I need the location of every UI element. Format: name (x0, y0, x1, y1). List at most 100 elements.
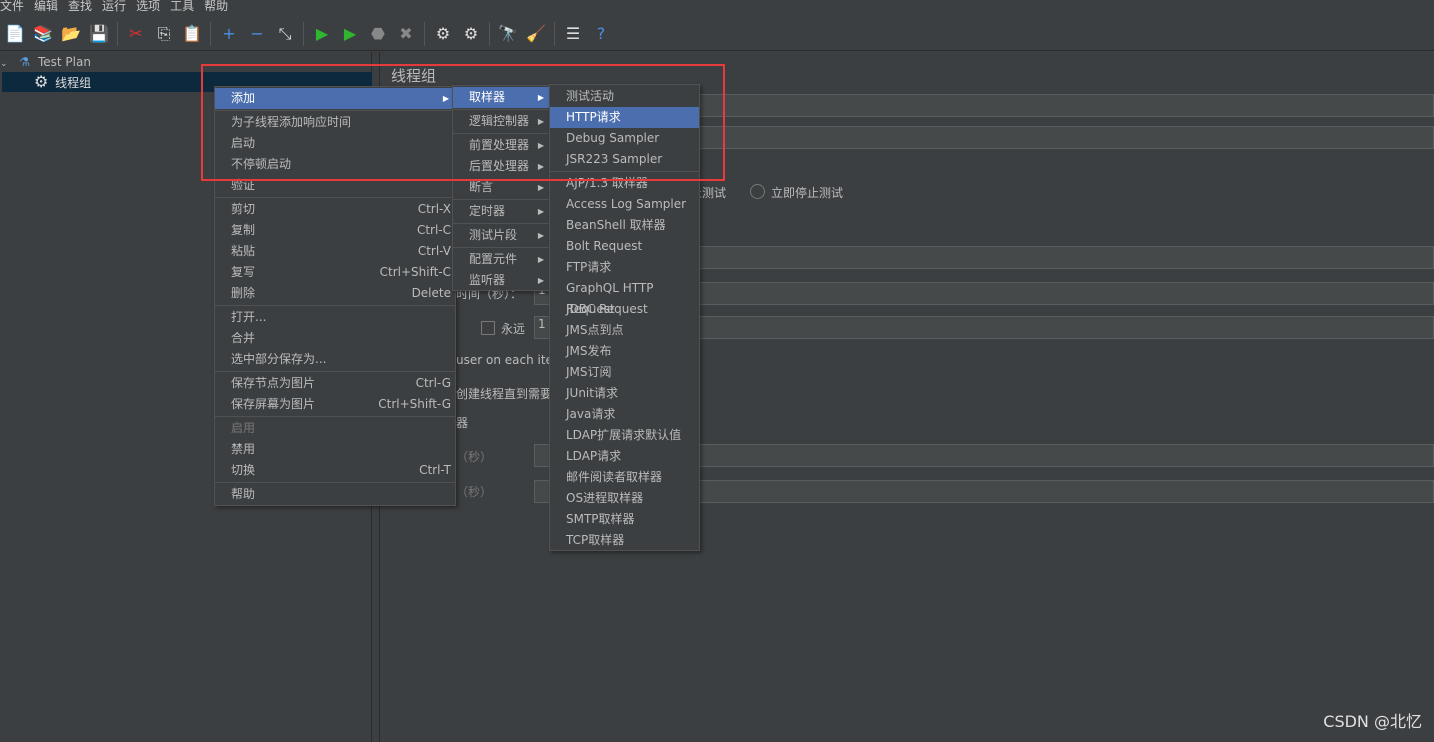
copy-icon: ⎘ (157, 23, 171, 43)
menu-item-label: 删除 (231, 286, 256, 300)
menu-item-label: LDAP扩展请求默认值 (566, 428, 682, 442)
chevron-right-icon: ▶ (537, 255, 544, 264)
menu-item[interactable]: Bolt Request (550, 236, 699, 257)
menu-item[interactable]: 切换 Ctrl-T (215, 460, 455, 481)
reset-search-icon: 🧹 (526, 24, 546, 43)
function-helper-button[interactable]: ☰ (561, 22, 585, 46)
clear-icon: ⚙ (435, 24, 451, 43)
menu-item[interactable]: SMTP取样器 (550, 509, 699, 530)
new-button[interactable]: 📄 (3, 22, 27, 46)
menu-item[interactable]: JMS订阅 (550, 362, 699, 383)
reset-search-button[interactable]: 🧹 (524, 22, 548, 46)
menu-item-label: JMS点到点 (566, 323, 624, 337)
menu-item[interactable]: 粘贴 Ctrl-V (215, 241, 455, 262)
menu-item[interactable]: 保存节点为图片 Ctrl-G (215, 373, 455, 394)
menu-item[interactable]: 帮助 (215, 484, 455, 505)
menu-item-label: 合并 (231, 331, 256, 345)
start-no-pause-button[interactable]: ▶ (338, 22, 362, 46)
shortcut-label: Ctrl-V (417, 244, 451, 258)
menu-1[interactable]: 编辑 (34, 0, 58, 15)
search-button[interactable]: 🔭 (496, 22, 520, 46)
menu-item-label: JDBC Request (566, 302, 648, 316)
toggle-icon: ⤡ (278, 23, 292, 43)
menu-item[interactable]: JUnit请求 (550, 383, 699, 404)
open-button[interactable]: 📂 (59, 22, 83, 46)
menu-item[interactable]: FTP请求 (550, 257, 699, 278)
menu-item-label: SMTP取样器 (566, 512, 635, 526)
menu-item[interactable]: 邮件阅读者取样器 (550, 467, 699, 488)
collapse-button[interactable]: − (245, 22, 269, 46)
save-button[interactable]: 💾 (87, 22, 111, 46)
shutdown-icon: ✖ (399, 24, 413, 43)
start-button[interactable]: ▶ (310, 22, 334, 46)
stop-now-radio[interactable] (750, 184, 765, 199)
menu-3[interactable]: 运行 (102, 0, 126, 15)
menu-item[interactable]: LDAP请求 (550, 446, 699, 467)
menu-item[interactable]: Java请求 (550, 404, 699, 425)
menu-6[interactable]: 帮助 (204, 0, 228, 15)
menu-item-label: 断言 (469, 180, 494, 194)
stop-icon: ⬣ (371, 24, 385, 43)
menu-item[interactable]: GraphQL HTTP Request (550, 278, 699, 316)
menu-item[interactable]: 监听器 ▶ (453, 270, 550, 291)
menu-separator (453, 223, 550, 224)
forever-checkbox[interactable] (481, 321, 495, 335)
shortcut-label: Delete (411, 286, 451, 300)
paste-button[interactable]: 📋 (180, 22, 204, 46)
menu-item[interactable]: JMS点到点 (550, 320, 699, 341)
menu-item[interactable]: OS进程取样器 (550, 488, 699, 509)
menu-item[interactable]: JDBC Request (550, 299, 699, 320)
help-icon: ? (596, 24, 606, 43)
templates-icon: 📚 (33, 24, 53, 43)
scheduler-label: 器 (456, 416, 469, 430)
shortcut-label: Ctrl-C (416, 223, 451, 237)
menu-0[interactable]: 文件 (0, 0, 24, 15)
menu-item[interactable]: 选中部分保存为... (215, 349, 455, 370)
delay-label: 创建线程直到需要 (456, 387, 553, 401)
menu-item[interactable]: 合并 (215, 328, 455, 349)
menu-item[interactable]: Access Log Sampler (550, 194, 699, 215)
menu-item[interactable]: TCP取样器 (550, 530, 699, 551)
paste-icon: 📋 (182, 24, 202, 43)
toolbar-separator (117, 21, 118, 46)
watermark: CSDN @北忆 (1323, 712, 1422, 731)
forever-label: 永远 (501, 322, 526, 336)
menu-5[interactable]: 工具 (170, 0, 194, 15)
menu-item[interactable]: 删除 Delete (215, 283, 455, 304)
menu-item[interactable]: JMS发布 (550, 341, 699, 362)
menu-item-label: 禁用 (231, 442, 256, 456)
menu-item-label: 帮助 (231, 487, 256, 501)
expand-button[interactable]: + (217, 22, 241, 46)
copy-button[interactable]: ⎘ (152, 22, 176, 46)
menu-item[interactable]: LDAP扩展请求默认值 (550, 425, 699, 446)
shutdown-button[interactable]: ✖ (394, 22, 418, 46)
menu-item[interactable]: 禁用 (215, 439, 455, 460)
menu-item[interactable]: BeanShell 取样器 (550, 215, 699, 236)
menu-item[interactable]: 复制 Ctrl-C (215, 220, 455, 241)
menu-item[interactable]: 定时器 ▶ (453, 201, 550, 222)
menu-item[interactable]: 保存屏幕为图片 Ctrl+Shift-G (215, 394, 455, 415)
clear-button[interactable]: ⚙ (431, 22, 455, 46)
menu-item-label: LDAP请求 (566, 449, 622, 463)
shortcut-label: Ctrl-X (417, 202, 451, 216)
menu-item[interactable]: 测试片段 ▶ (453, 225, 550, 246)
toggle-button[interactable]: ⤡ (273, 22, 297, 46)
menu-item[interactable]: 配置元件 ▶ (453, 249, 550, 270)
help-button[interactable]: ? (589, 22, 613, 46)
stop-button[interactable]: ⬣ (366, 22, 390, 46)
menu-item[interactable]: 打开... (215, 307, 455, 328)
flask-icon: ⚗ (19, 55, 31, 69)
menu-item[interactable]: 剪切 Ctrl-X (215, 199, 455, 220)
clear-all-button[interactable]: ⚙ (459, 22, 483, 46)
templates-button[interactable]: 📚 (31, 22, 55, 46)
new-icon: 📄 (5, 24, 25, 43)
menu-item-label: JUnit请求 (566, 386, 618, 400)
menu-item[interactable]: 复写 Ctrl+Shift-C (215, 262, 455, 283)
menu-item-label: FTP请求 (566, 260, 612, 274)
cut-button[interactable]: ✂ (124, 22, 148, 46)
stop-now-label: 立即停止测试 (771, 186, 844, 200)
menu-item-label: OS进程取样器 (566, 491, 644, 505)
menu-item-label: 保存屏幕为图片 (231, 397, 316, 411)
menu-2[interactable]: 查找 (68, 0, 92, 15)
menu-4[interactable]: 选项 (136, 0, 160, 15)
